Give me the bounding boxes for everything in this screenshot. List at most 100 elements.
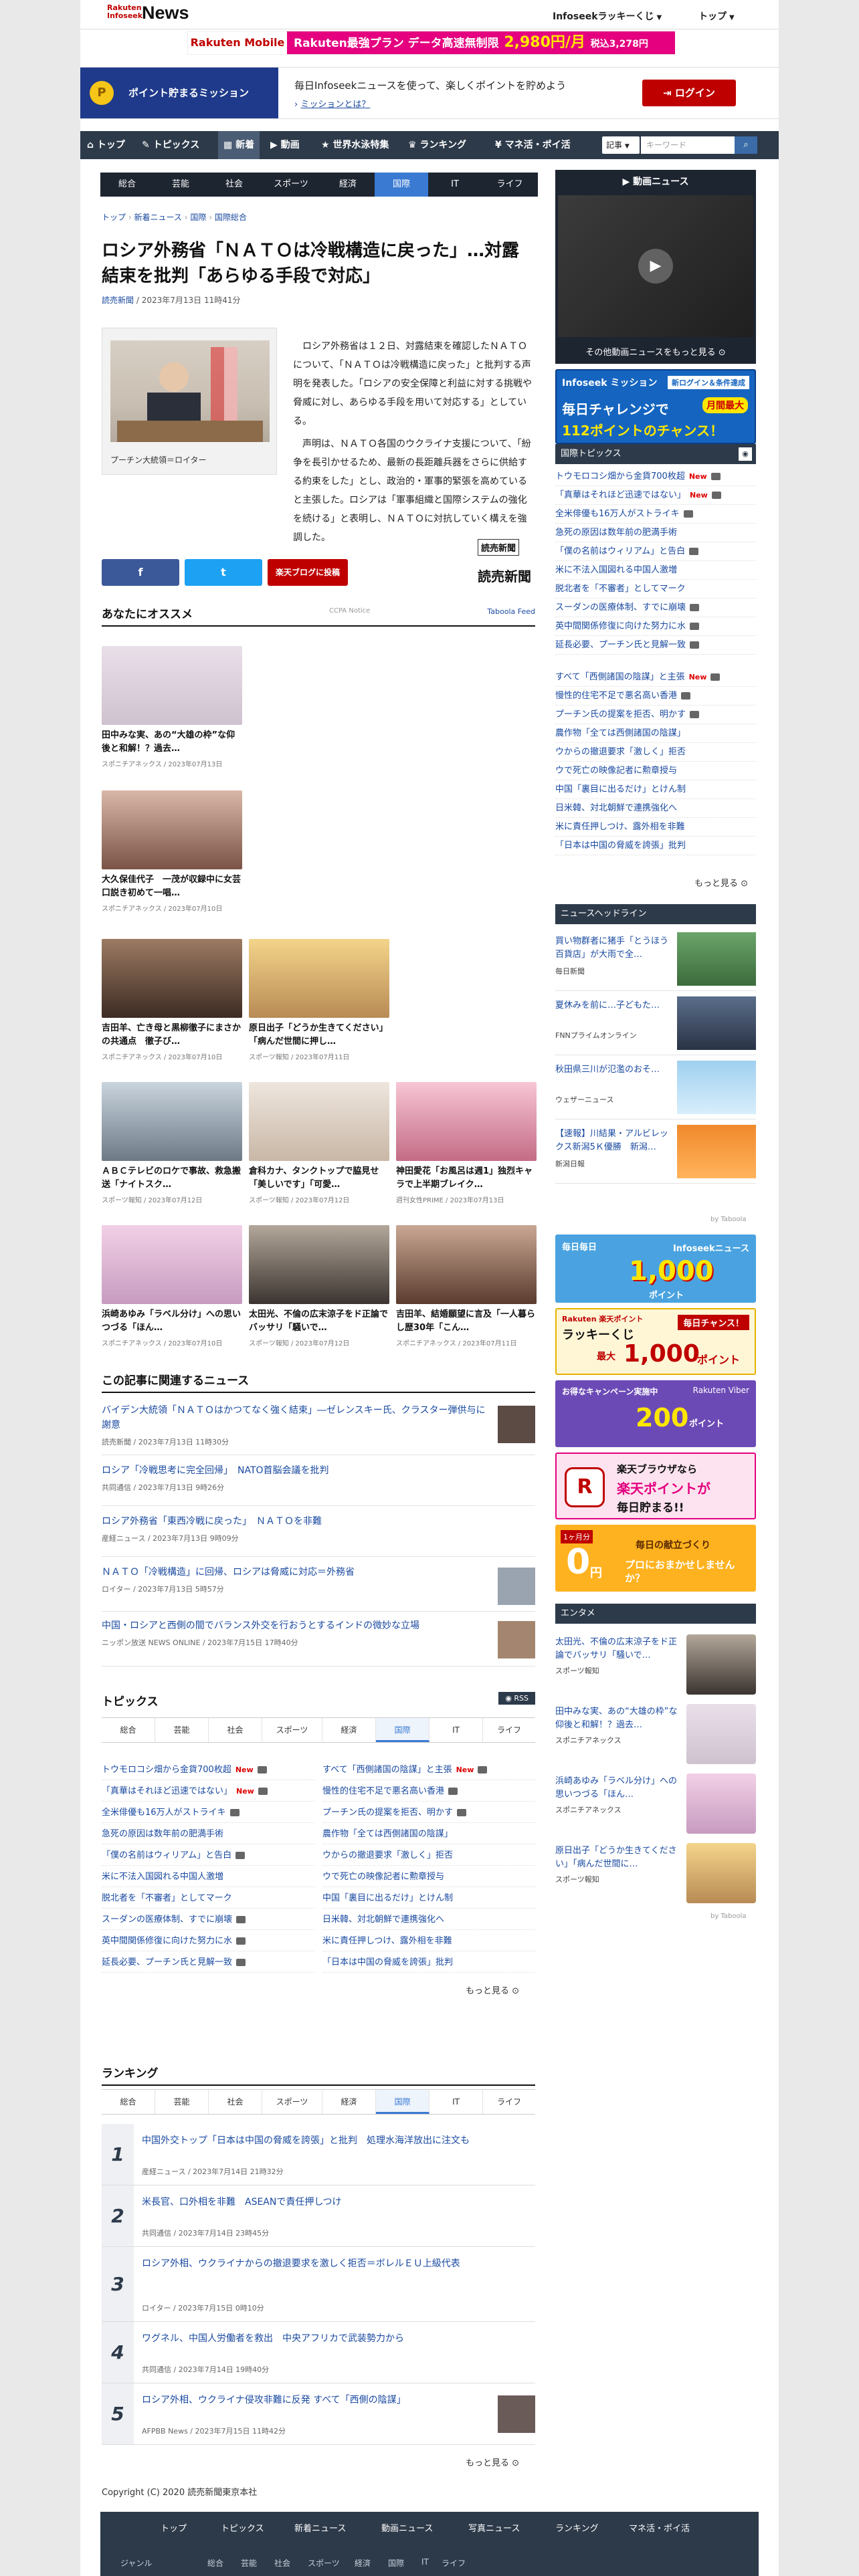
ent-item[interactable]: 原日出子「どうか生きてください」「病んだ世間に… スポーツ報知 — [555, 1838, 756, 1907]
headline-item[interactable]: 夏休みを前に…子どもた… FNNプライムオンライン — [555, 991, 756, 1055]
related-item[interactable]: ロシア「冷戦思考に完全回帰」 NATO首脳会議を批判 共同通信 / 2023年7月… — [102, 1463, 535, 1506]
video-player[interactable]: ▶ — [558, 195, 753, 337]
gnav-item-topics[interactable]: ✎ トピックス — [142, 131, 199, 159]
topic-link[interactable]: 日米韓、対北朝鮮で連携強化へ — [322, 1910, 535, 1930]
search-input[interactable]: キーワード — [641, 136, 735, 154]
recipe-banner[interactable]: 1ヶ月分 0 円 毎日の献立づくり プロにおまかせしませんか？ — [555, 1525, 756, 1592]
cat-tab-life[interactable]: ライフ — [482, 173, 538, 197]
topics-more-link[interactable]: もっと見る ⊙ — [466, 1983, 519, 1996]
intl-topic-link[interactable]: 農作物「全ては西側諸国の陰謀」 — [555, 725, 756, 743]
ranking-more-link[interactable]: もっと見る ⊙ — [466, 2456, 519, 2468]
footer-link[interactable]: マネ活・ポイ活 — [629, 2521, 690, 2534]
recommend-card[interactable]: 太田光、不倫の広末涼子をド正論でバッサリ「騒いで… スポーツ報知 / 2023年0… — [249, 1225, 389, 1348]
related-item[interactable]: バイデン大統領「ＮＡＴＯはかつてなく強く結束」―ゼレンスキー氏、クラスター弾供与… — [102, 1403, 535, 1455]
ccpa-notice[interactable]: CCPA Notice — [329, 607, 370, 615]
recommend-card[interactable]: 原日出子「どうか生きてください」「病んだ世間に押し… スポーツ報知 / 2023年… — [249, 939, 389, 1061]
rss-icon[interactable]: ◉ — [739, 447, 752, 461]
intl-topic-link[interactable]: 「真華はそれほど迅速ではない」 New — [555, 487, 756, 505]
footer-genre-link[interactable]: 社会 — [274, 2557, 290, 2569]
footer-link[interactable]: 新着ニュース — [294, 2521, 346, 2534]
blog-share-button[interactable]: 楽天ブログに投稿 — [268, 559, 348, 586]
mission-link[interactable]: › ミッションとは？ — [294, 97, 370, 110]
intl-topic-link[interactable]: 慢性的住宅不足で悪名高い香港 — [555, 687, 756, 706]
headline-item[interactable]: 買い物群者に猪手「とうほう百貨店」が大雨で全… 毎日新聞 — [555, 927, 756, 991]
footer-genre-link[interactable]: ライフ — [442, 2557, 466, 2569]
gnav-item-new[interactable]: ▦ 新着 — [218, 131, 260, 159]
ranking-tab[interactable]: 芸能 — [155, 2090, 209, 2114]
intl-topic-link[interactable]: スーダンの医療体制、すでに崩壊 — [555, 599, 756, 617]
gnav-item-money[interactable]: ¥ マネ活・ポイ活 — [495, 131, 571, 159]
topic-link[interactable]: 延長必要、プーチン氏と見解一致 — [102, 1953, 314, 1973]
footer-genre-link[interactable]: 経済 — [355, 2557, 371, 2569]
topics-tab[interactable]: 経済 — [322, 1718, 376, 1742]
gnav-item-swim[interactable]: ★ 世界水泳特集 — [321, 131, 389, 159]
breadcrumb-item[interactable]: 国際 — [190, 213, 206, 222]
topic-link[interactable]: プーチン氏の提案を拒否、明かす — [322, 1803, 535, 1823]
topic-link[interactable]: 米に不法入国図れる中国人激増 — [102, 1867, 314, 1887]
topics-tab[interactable]: 社会 — [209, 1718, 262, 1742]
ranking-tab[interactable]: IT — [430, 2090, 483, 2114]
logo-news[interactable]: News — [142, 3, 189, 23]
recommend-card[interactable]: 吉田羊、亡き母と黒柳徹子にまさかの共通点 徹子び… スポニチアネックス / 202… — [102, 939, 242, 1061]
footer-link[interactable]: ランキング — [555, 2521, 599, 2534]
gnav-item-video[interactable]: ▶ 動画 — [270, 131, 300, 159]
breadcrumb-item[interactable]: 国際総合 — [215, 213, 247, 222]
login-button[interactable]: ⇥ ログイン — [642, 80, 736, 106]
ranking-tab[interactable]: 経済 — [322, 2090, 376, 2114]
ent-item[interactable]: 太田光、不倫の広末涼子をド正論でバッサリ「騒いで… スポーツ報知 — [555, 1629, 756, 1699]
intl-topic-link[interactable]: 中国「裏目に出るだけ」とけん制 — [555, 781, 756, 799]
footer-link[interactable]: トピックス — [221, 2521, 264, 2534]
viber-banner[interactable]: お得なキャンペーン実施中 Rakuten Viber 200 ポイント — [555, 1380, 756, 1447]
ranking-item[interactable]: 4 ワグネル、中国人労働者を救出 中央アフリカで武装勢力から 共同通信 / 2023… — [102, 2322, 535, 2383]
topics-tab[interactable]: 芸能 — [155, 1718, 209, 1742]
topics-tab-active[interactable]: 国際 — [376, 1718, 430, 1742]
cat-tab-sports[interactable]: スポーツ — [261, 173, 321, 197]
cat-tab-international[interactable]: 国際 — [375, 173, 428, 197]
footer-genre-link[interactable]: 国際 — [388, 2557, 404, 2569]
cat-tab-general[interactable]: 総合 — [100, 173, 154, 197]
recommend-card[interactable]: 田中みな実、あの“大雄の枠”な仰後と和解！？過去… スポニチアネックス / 202… — [102, 646, 242, 768]
cat-tab-society[interactable]: 社会 — [207, 173, 261, 197]
topic-link[interactable]: 農作物「全ては西側諸国の陰謀」 — [322, 1824, 535, 1844]
kuji-banner[interactable]: Rakuten 楽天ポイント ラッキーくじ 毎日チャンス！ 最大 1,000 ポ… — [555, 1308, 756, 1375]
facebook-share-button[interactable]: f — [102, 559, 179, 586]
footer-link[interactable]: トップ — [161, 2521, 187, 2534]
ranking-tab-active[interactable]: 国際 — [376, 2090, 430, 2114]
ent-item[interactable]: 田中みな実、あの“大雄の枠”な仰後と和解！？過去… スポニチアネックス — [555, 1699, 756, 1768]
search-button[interactable]: ⌕ — [735, 136, 757, 154]
recommend-card[interactable]: 倉科カナ、タンクトップで脇見せ「美しいです」「可愛… スポーツ報知 / 2023年… — [249, 1082, 389, 1204]
ranking-tab[interactable]: スポーツ — [262, 2090, 322, 2114]
intl-topic-link[interactable]: トウモロコシ畑から金貨700枚超 New — [555, 468, 756, 486]
taboola-feed-label[interactable]: Taboola Feed — [487, 607, 535, 616]
intl-topic-link[interactable]: 英中間関係修復に向けた努力に水 — [555, 618, 756, 636]
topics-tab[interactable]: ライフ — [483, 1718, 535, 1742]
topic-link[interactable]: 「真華はそれほど迅速ではない」 New — [102, 1782, 314, 1802]
search-scope-select[interactable]: 記事 ▼ — [602, 136, 640, 154]
recommend-card[interactable]: ＡＢＣテレビのロケで事故、救急搬送「ナイトスク… スポーツ報知 / 2023年07… — [102, 1082, 242, 1204]
footer-genre-link[interactable]: 総合 — [207, 2557, 223, 2569]
gnav-item-top[interactable]: ⌂ トップ — [87, 131, 125, 159]
cat-tab-it[interactable]: IT — [428, 173, 482, 197]
breadcrumb-item[interactable]: トップ — [102, 213, 126, 222]
topic-link[interactable]: 脱北者を「不審者」としてマーク — [102, 1889, 314, 1909]
top-link[interactable]: トップ ▼ — [698, 9, 735, 23]
intl-topic-link[interactable]: 「僕の名前はウィリアム」と告白 — [555, 543, 756, 561]
ent-item[interactable]: 浜崎あゆみ「ラベル分け」への思いつづる「ほん… スポニチアネックス — [555, 1768, 756, 1838]
topic-link[interactable]: ウで死亡の映像記者に勲章授与 — [322, 1867, 535, 1887]
topic-link[interactable]: 慢性的住宅不足で悪名高い香港 — [322, 1782, 535, 1802]
topics-tab[interactable]: スポーツ — [262, 1718, 322, 1742]
mission-badge[interactable]: P ポイント貯まるミッション — [80, 68, 278, 118]
topic-link[interactable]: スーダンの医療体制、すでに崩壊 — [102, 1910, 314, 1930]
cat-tab-entertainment[interactable]: 芸能 — [154, 173, 207, 197]
topics-tab[interactable]: IT — [430, 1718, 483, 1742]
recommend-card[interactable]: 大久保佳代子 一茂が収録中に女芸口説き初めて一唱… スポニチアネックス / 202… — [102, 790, 242, 913]
related-item[interactable]: ロシア外務省「東西冷戦に戻った」 ＮＡＴＯを非難 産経ニュース / 2023年7月… — [102, 1514, 535, 1557]
footer-link[interactable]: 動画ニュース — [381, 2521, 433, 2534]
by-taboola[interactable]: by Taboola — [710, 1913, 747, 1920]
related-item[interactable]: 中国・ロシアと西側の間でバランス外交を行おうとするインドの微妙な立場 ニッポン放送… — [102, 1618, 535, 1667]
video-more-link[interactable]: その他動画ニュースをもっと見る ⊙ — [555, 345, 756, 358]
cat-tab-economy[interactable]: 経済 — [321, 173, 375, 197]
intl-topic-link[interactable]: 米に不法入国図れる中国人激増 — [555, 562, 756, 580]
intl-topic-link[interactable]: 米に責任押しつけ、露外相を非難 — [555, 819, 756, 837]
related-item[interactable]: ＮＡＴＯ「冷戦構造」に回帰、ロシアは脅威に対応＝外務省 ロイター / 2023年7… — [102, 1565, 535, 1612]
